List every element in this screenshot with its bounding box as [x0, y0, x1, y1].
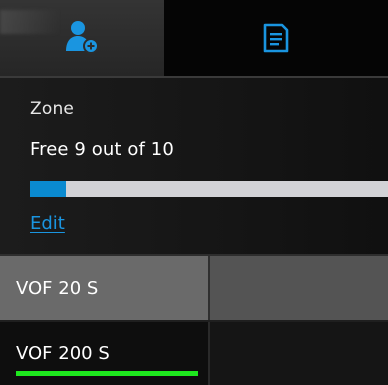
- tab-bar: [0, 0, 388, 76]
- list-item-selected[interactable]: VOF 200 S: [0, 322, 388, 385]
- app-panel: Zone Free 9 out of 10 Edit VOF 20 S VOF …: [0, 0, 388, 385]
- zone-list: VOF 20 S VOF 200 S: [0, 256, 388, 385]
- selection-indicator: [16, 371, 198, 376]
- add-user-icon: [66, 21, 99, 54]
- list-item-label: VOF 20 S: [0, 256, 208, 320]
- column-divider: [208, 256, 210, 320]
- zone-heading: Zone: [30, 99, 75, 119]
- tab-edge-blur: [0, 10, 60, 34]
- tab-notes[interactable]: [164, 0, 388, 76]
- edit-link[interactable]: Edit: [30, 213, 65, 234]
- column-divider: [208, 322, 210, 385]
- zone-usage-progress-bar: [30, 181, 388, 197]
- list-item[interactable]: VOF 20 S: [0, 256, 388, 320]
- zone-panel: Zone Free 9 out of 10 Edit: [0, 78, 388, 254]
- zone-usage-progress-fill: [30, 181, 66, 197]
- document-icon: [263, 23, 289, 53]
- tab-add-user[interactable]: [0, 0, 164, 76]
- zone-status-text: Free 9 out of 10: [30, 139, 174, 160]
